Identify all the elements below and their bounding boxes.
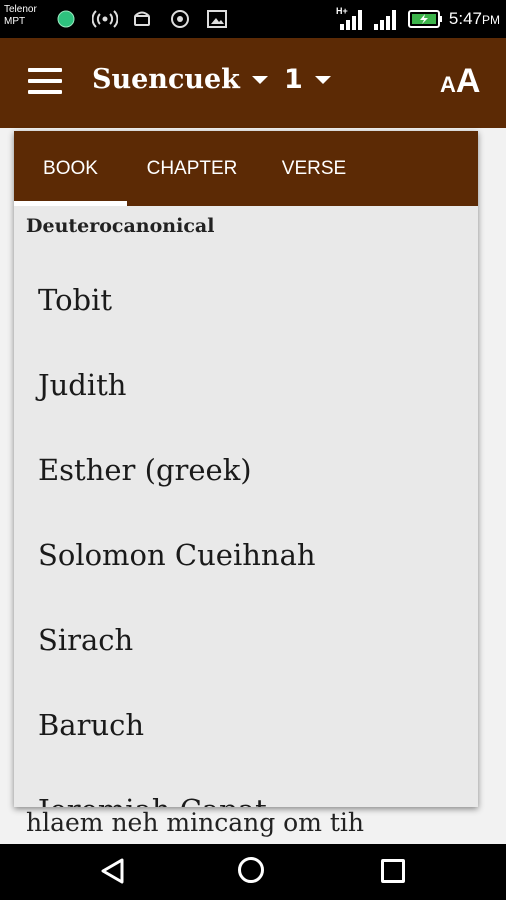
clock-time: 5:47 — [448, 9, 482, 28]
carrier-name: Telenor MPT — [4, 4, 37, 28]
text-size-small-glyph: A — [440, 72, 456, 97]
network-type: H+ — [336, 6, 348, 16]
recent-apps-icon[interactable] — [381, 859, 405, 883]
battery-charging-icon — [408, 8, 444, 30]
carrier-line-1: Telenor — [4, 4, 37, 15]
tab-verse[interactable]: VERSE — [257, 131, 371, 206]
signal-icon — [372, 4, 400, 32]
system-nav-bar — [0, 844, 506, 900]
tab-book[interactable]: BOOK — [14, 131, 127, 206]
menu-icon[interactable] — [28, 68, 62, 96]
chapter-selector[interactable]: 1 — [284, 64, 331, 95]
dialog-tabs: BOOK CHAPTER VERSE — [14, 131, 478, 206]
book-item-label: Sirach — [38, 622, 134, 657]
globe-icon — [56, 9, 76, 29]
book-item-label: Esther (greek) — [38, 452, 252, 487]
android-icon — [132, 9, 152, 29]
tab-chapter[interactable]: CHAPTER — [127, 131, 257, 206]
chapter-number: 1 — [284, 64, 303, 95]
list-item[interactable]: Baruch — [14, 682, 478, 767]
list-item[interactable]: Esther (greek) — [14, 427, 478, 512]
hotspot-icon — [92, 9, 118, 29]
book-item-label: Solomon Cueihnah — [38, 537, 316, 572]
home-icon[interactable] — [238, 857, 264, 883]
book-item-label: Baruch — [38, 707, 145, 742]
book-selector[interactable]: Suencuek — [92, 64, 268, 95]
app-bar: Suencuek 1 AA — [0, 38, 506, 128]
tab-chapter-label: CHAPTER — [146, 157, 238, 179]
list-item[interactable]: Jeremiah Capat — [14, 767, 478, 808]
back-icon[interactable] — [100, 858, 126, 884]
book-list[interactable]: Tobit Judith Esther (greek) Solomon Cuei… — [14, 257, 478, 808]
book-item-label: Judith — [38, 367, 127, 402]
section-heading: Deuterocanonical — [26, 215, 215, 237]
dropdown-caret-icon — [314, 75, 331, 84]
list-item[interactable]: Tobit — [14, 257, 478, 342]
clock: 5:47PM — [449, 9, 500, 29]
reading-text: hlaem neh mincang om tih — [26, 808, 365, 837]
signal-h-plus-icon: H+ — [336, 4, 366, 32]
list-item[interactable]: Judith — [14, 342, 478, 427]
tab-book-label: BOOK — [43, 157, 98, 179]
active-tab-indicator — [14, 201, 127, 206]
book-name: Suencuek — [92, 64, 240, 95]
list-item[interactable]: Solomon Cueihnah — [14, 512, 478, 597]
book-item-label: Tobit — [38, 282, 113, 317]
clock-ampm: PM — [482, 13, 500, 27]
text-size-big-glyph: A — [455, 62, 481, 100]
book-chapter-verse-dialog: BOOK CHAPTER VERSE Deuterocanonical Tobi… — [14, 131, 478, 807]
image-icon — [207, 9, 227, 29]
tab-verse-label: VERSE — [281, 157, 347, 179]
list-item[interactable]: Sirach — [14, 597, 478, 682]
text-size-icon[interactable]: AA — [440, 62, 480, 101]
dropdown-caret-icon — [251, 75, 268, 84]
carrier-line-2: MPT — [4, 16, 26, 27]
sync-icon — [170, 9, 190, 29]
book-item-label: Jeremiah Capat — [38, 793, 267, 808]
status-bar: Telenor MPT H+ 5:47PM — [0, 0, 506, 38]
